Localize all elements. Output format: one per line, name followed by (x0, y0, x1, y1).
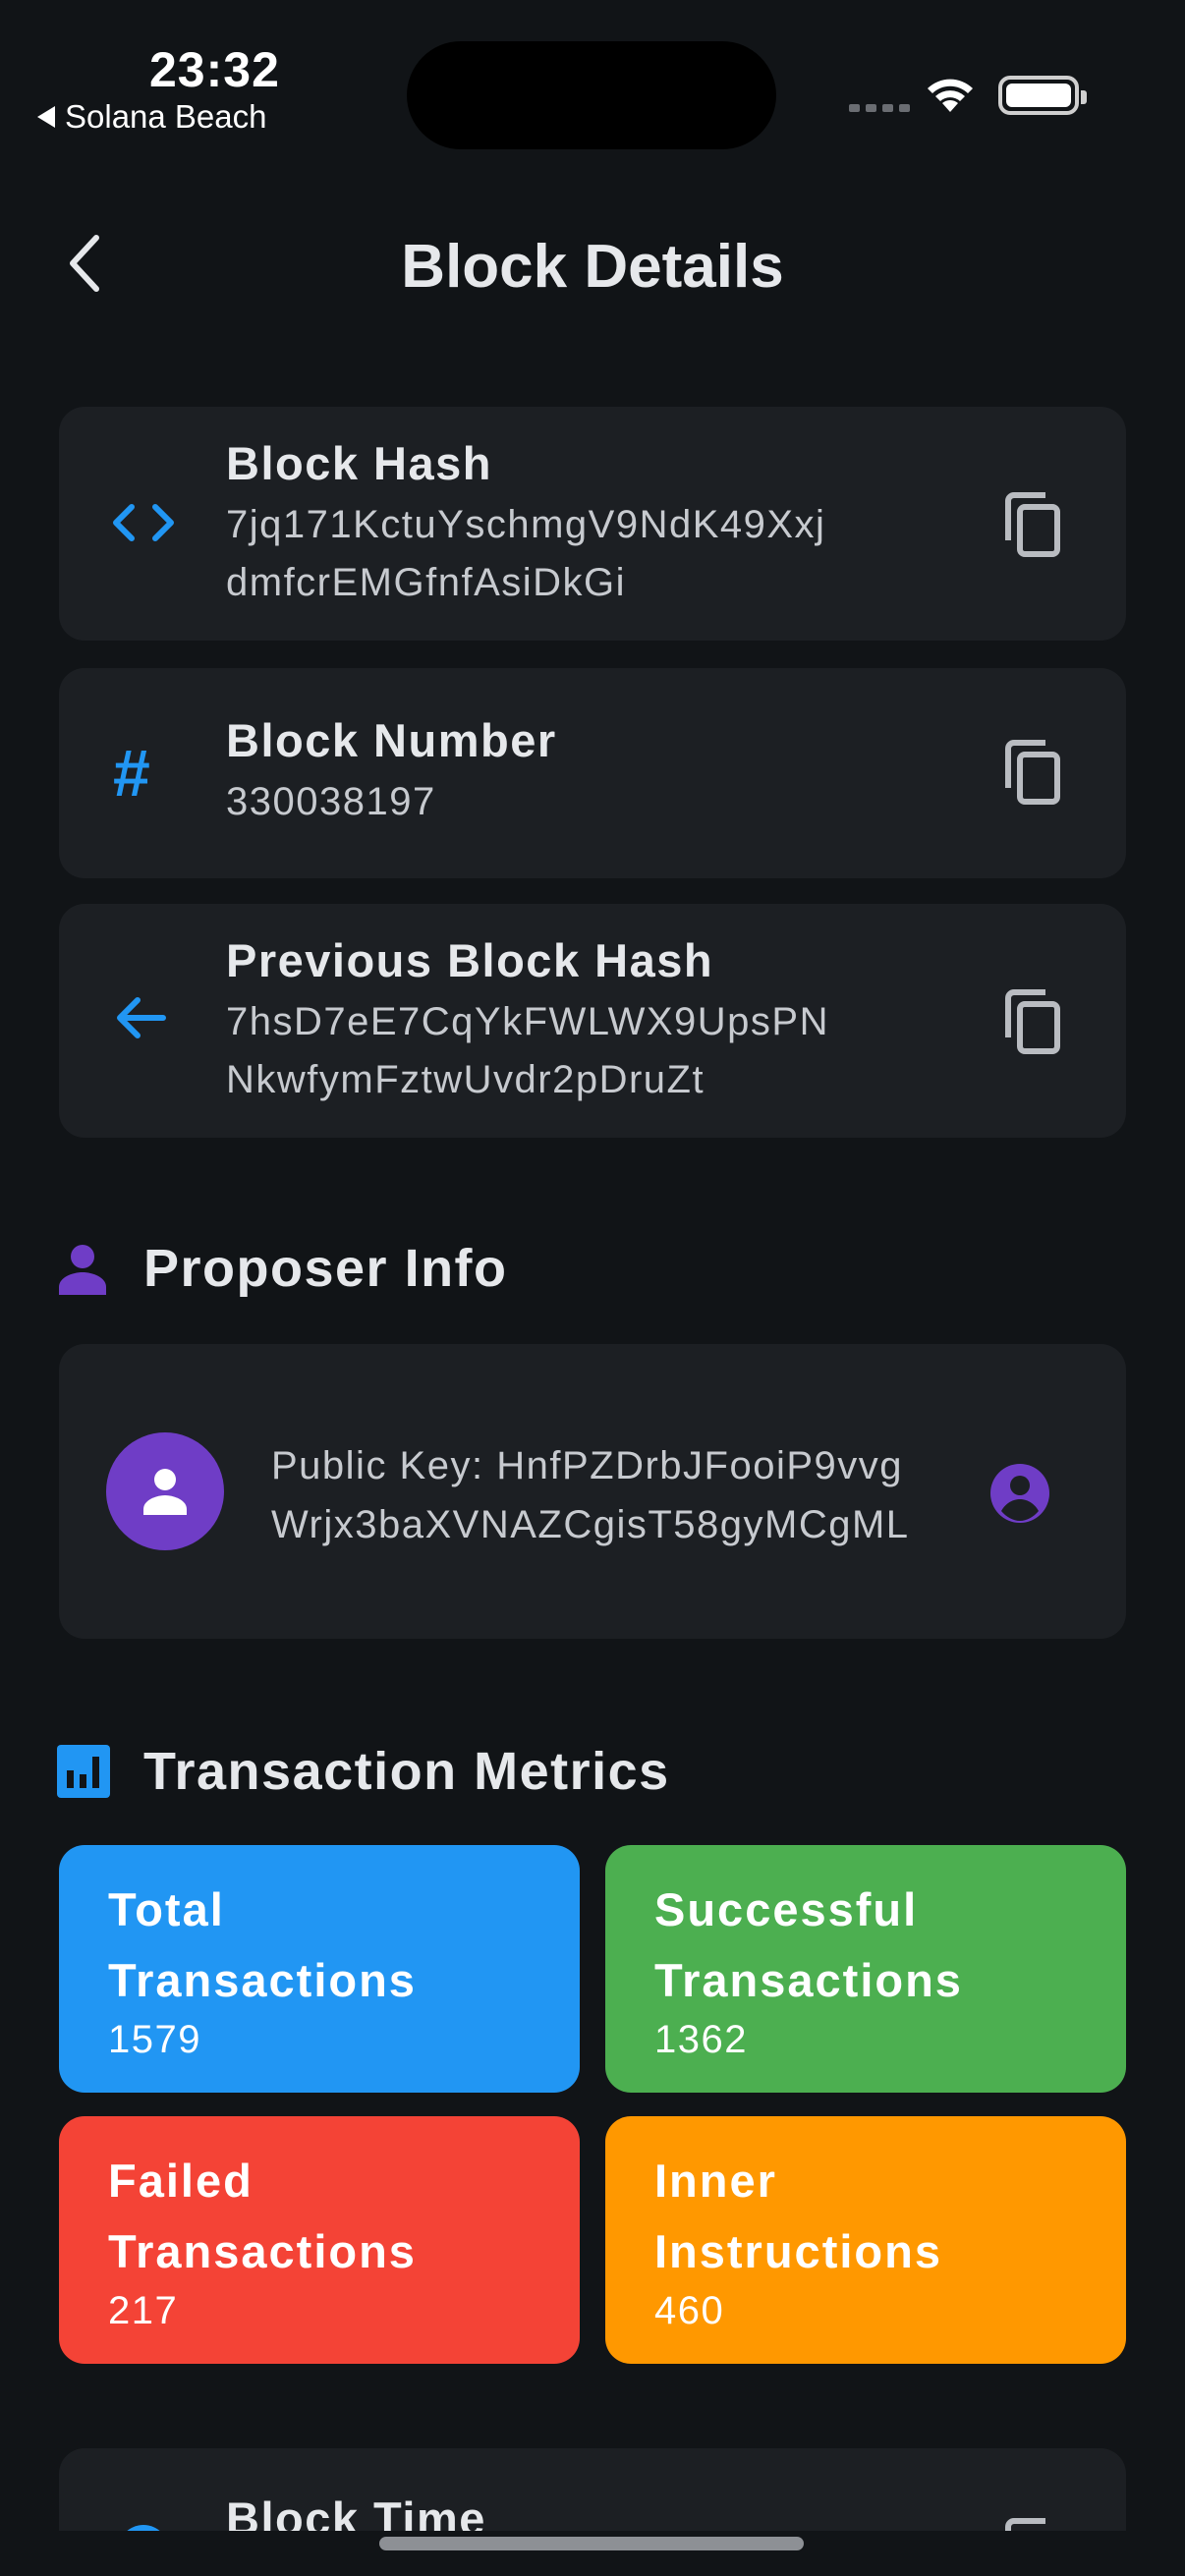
wifi-icon (928, 79, 973, 112)
status-time: 23:32 (149, 42, 280, 97)
block-number-value: 330038197 (226, 780, 436, 823)
metric-value: 1579 (108, 2018, 201, 2061)
metric-label: Inner Instructions (654, 2155, 942, 2277)
metric-label: Failed Transactions (108, 2155, 417, 2277)
block-hash-label: Block Hash (226, 437, 492, 489)
metric-label: Successful Transactions (654, 1883, 963, 2006)
block-number-label: Block Number (226, 714, 557, 766)
cellular-icon (849, 104, 910, 112)
metric-inner-instructions[interactable]: Inner Instructions 460 (605, 2116, 1126, 2364)
home-indicator[interactable] (379, 2537, 804, 2550)
page-title: Block Details (401, 233, 784, 301)
metric-total-transactions[interactable]: Total Transactions 1579 (59, 1845, 580, 2093)
copy-block-hash-button[interactable] (1002, 489, 1063, 560)
back-to-app-link[interactable]: Solana Beach (37, 98, 267, 136)
metric-successful-transactions[interactable]: Successful Transactions 1362 (605, 1845, 1126, 2093)
proposer-section-title: Proposer Info (143, 1239, 508, 1298)
account-circle-icon[interactable] (988, 1462, 1051, 1525)
back-triangle-icon (37, 106, 55, 128)
block-hash-card: Block Hash 7jq171KctuYschmgV9NdK49Xxj dm… (59, 407, 1126, 641)
metrics-section-title: Transaction Metrics (143, 1742, 670, 1801)
metric-failed-transactions[interactable]: Failed Transactions 217 (59, 2116, 580, 2364)
public-key-text: Public Key: HnfPZDrbJFooiP9vvgWrjx3baXVN… (271, 1444, 910, 1546)
proposer-card: Public Key: HnfPZDrbJFooiP9vvgWrjx3baXVN… (59, 1344, 1126, 1639)
previous-block-hash-card: Previous Block Hash 7hsD7eE7CqYkFWLWX9Up… (59, 904, 1126, 1138)
previous-block-hash-value: 7hsD7eE7CqYkFWLWX9UpsPN NkwfymFztwUvdr2p… (226, 1000, 829, 1101)
copy-block-number-button[interactable] (1002, 737, 1063, 808)
avatar (106, 1432, 224, 1550)
block-number-card: # Block Number 330038197 (59, 668, 1126, 878)
block-hash-value: 7jq171KctuYschmgV9NdK49Xxj dmfcrEMGfnfAs… (226, 503, 826, 604)
dynamic-island (407, 41, 776, 149)
back-app-label: Solana Beach (65, 98, 267, 135)
arrow-left-icon (117, 997, 166, 1038)
bar-chart-icon (57, 1745, 110, 1798)
code-icon (113, 504, 174, 541)
copy-previous-block-hash-button[interactable] (1002, 986, 1063, 1057)
person-icon (143, 1469, 187, 1515)
metric-label: Total Transactions (108, 1883, 417, 2006)
battery-icon (998, 76, 1087, 115)
metric-value: 1362 (654, 2018, 748, 2061)
hash-icon: # (112, 736, 149, 811)
metric-value: 217 (108, 2289, 179, 2332)
person-icon (59, 1245, 106, 1295)
metric-value: 460 (654, 2289, 725, 2332)
previous-block-hash-label: Previous Block Hash (226, 934, 714, 986)
